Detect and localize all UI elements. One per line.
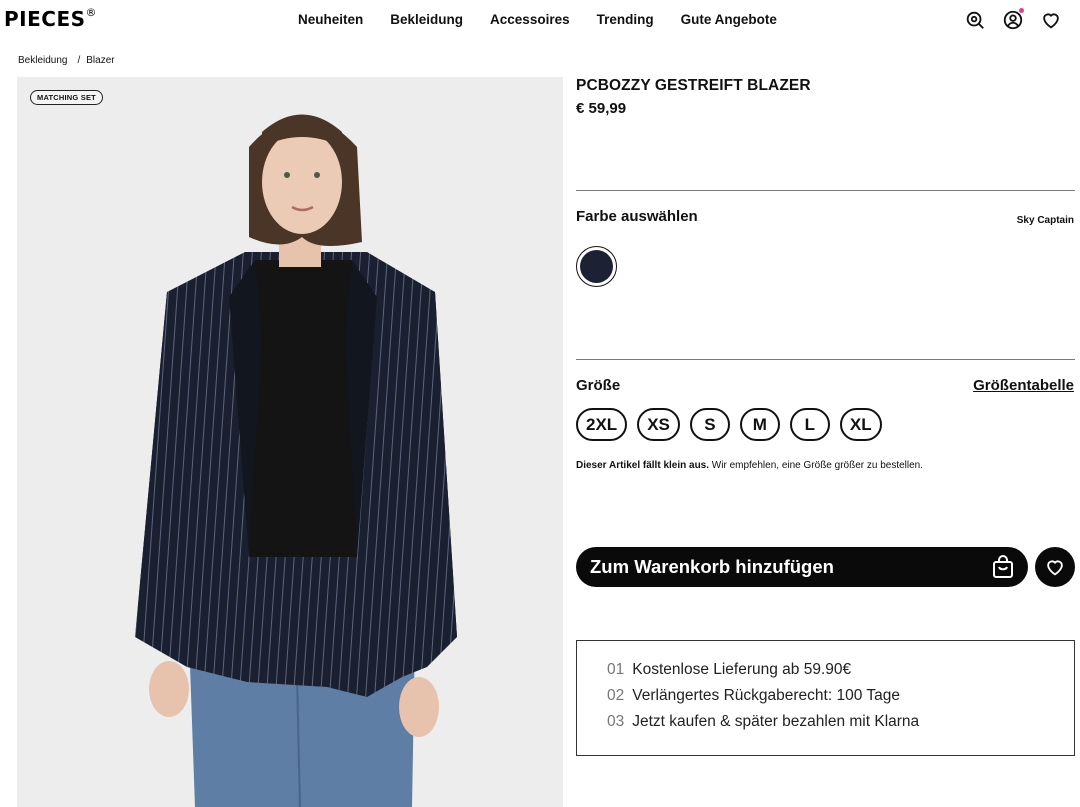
product-price: € 59,99 xyxy=(576,100,627,117)
breadcrumb-separator: / xyxy=(77,55,81,66)
account-icon[interactable] xyxy=(1002,8,1024,31)
nav-item-accessoires[interactable]: Accessoires xyxy=(490,12,570,27)
add-to-cart-label: Zum Warenkorb hinzufügen xyxy=(590,556,834,577)
usp-item: 03 Jetzt kaufen & später bezahlen mit Kla… xyxy=(607,713,1074,731)
nav-item-neuheiten[interactable]: Neuheiten xyxy=(298,12,363,27)
main-nav: Neuheiten Bekleidung Accessoires Trendin… xyxy=(298,12,804,27)
usp-text: Verlängertes Rückgaberecht: 100 Tage xyxy=(632,687,900,704)
brand-logo[interactable]: PIECES® xyxy=(4,6,97,31)
wishlist-heart-icon[interactable] xyxy=(1040,9,1062,31)
usp-box: 01 Kostenlose Lieferung ab 59.90€ 02 Verlä… xyxy=(576,640,1075,756)
add-to-wishlist-button[interactable] xyxy=(1035,547,1075,587)
usp-number: 01 xyxy=(607,661,625,678)
fit-note: Dieser Artikel fällt klein aus. Wir empf… xyxy=(576,460,923,471)
nav-item-trending[interactable]: Trending xyxy=(597,12,654,27)
site-header: PIECES® Neuheiten Bekleidung Accessoires… xyxy=(0,0,1080,40)
product-title: PCBOZZY GESTREIFT BLAZER xyxy=(576,77,811,94)
swatch-fill xyxy=(580,250,613,283)
size-option-m[interactable]: M xyxy=(739,408,780,441)
selected-color-name: Sky Captain xyxy=(1016,215,1074,226)
color-swatch-sky-captain[interactable] xyxy=(576,246,617,287)
usp-number: 03 xyxy=(607,713,625,730)
model-photo xyxy=(17,77,563,807)
nav-item-bekleidung[interactable]: Bekleidung xyxy=(390,12,463,27)
usp-text: Jetzt kaufen & später bezahlen mit Klarn… xyxy=(632,713,920,730)
search-icon[interactable] xyxy=(964,9,986,31)
nav-item-gute-angebote[interactable]: Gute Angebote xyxy=(681,12,777,27)
fit-note-text: Wir empfehlen, eine Größe größer zu best… xyxy=(709,460,924,471)
usp-item: 01 Kostenlose Lieferung ab 59.90€ xyxy=(607,661,1074,679)
heart-icon xyxy=(1047,560,1063,576)
shopping-bag-icon xyxy=(993,555,1013,578)
size-option-xs[interactable]: XS xyxy=(637,408,680,441)
matching-set-badge: MATCHING SET xyxy=(30,90,103,105)
size-label: Größe xyxy=(576,377,621,394)
product-image[interactable]: MATCHING SET xyxy=(17,77,563,807)
breadcrumb-item-bekleidung[interactable]: Bekleidung xyxy=(18,55,67,66)
size-option-l[interactable]: L xyxy=(789,408,830,441)
usp-text: Kostenlose Lieferung ab 59.90€ xyxy=(632,661,852,678)
divider xyxy=(576,359,1075,360)
breadcrumb: Bekleidung / Blazer xyxy=(18,55,115,66)
usp-item: 02 Verlängertes Rückgaberecht: 100 Tage xyxy=(607,687,1074,705)
size-option-2xl[interactable]: 2XL xyxy=(576,408,628,441)
size-chart-link[interactable]: Größentabelle xyxy=(973,377,1074,394)
notification-dot xyxy=(1019,8,1024,13)
add-to-cart-button[interactable]: Zum Warenkorb hinzufügen xyxy=(576,547,1028,587)
size-option-xl[interactable]: XL xyxy=(839,408,882,441)
usp-number: 02 xyxy=(607,687,625,704)
divider xyxy=(576,190,1075,191)
size-option-s[interactable]: S xyxy=(689,408,730,441)
breadcrumb-item-blazer[interactable]: Blazer xyxy=(86,55,114,66)
header-icons xyxy=(964,8,1062,31)
size-options: 2XL XS S M L XL xyxy=(576,408,882,441)
fit-note-bold: Dieser Artikel fällt klein aus. xyxy=(576,460,710,471)
color-label: Farbe auswählen xyxy=(576,208,698,225)
